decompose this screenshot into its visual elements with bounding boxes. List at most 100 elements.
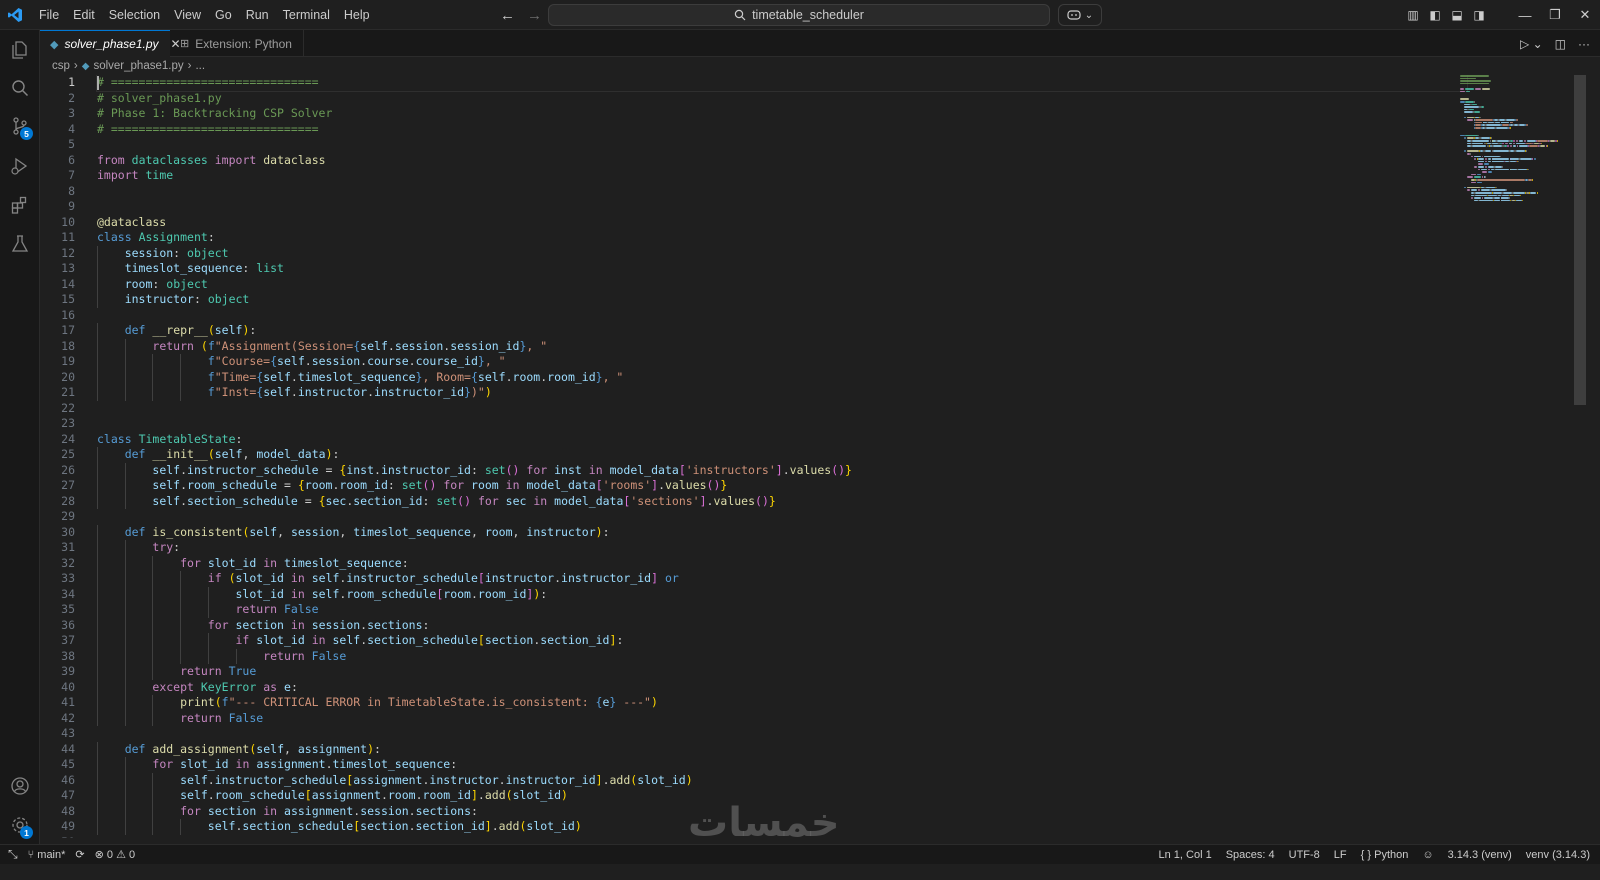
code-line[interactable]: # solver_phase1.py [97,91,1467,107]
code-line[interactable]: for slot_id in timeslot_sequence: [97,555,1467,571]
vertical-scrollbar[interactable] [1574,75,1586,838]
menu-go[interactable]: Go [208,0,239,30]
code-line[interactable]: if slot_id in self.section_schedule[sect… [97,633,1467,649]
menu-terminal[interactable]: Terminal [276,0,337,30]
code-line[interactable]: for slot_id in assignment.timeslot_seque… [97,757,1467,773]
code-editor[interactable]: 1 2 3 4 5 6 7 8 9 10 11 12 13 14 15 16 17 18 19 20 21 22 23 24 2… [40,75,1600,838]
code-line[interactable]: except KeyError as e: [97,679,1467,695]
code-line[interactable]: @dataclass [97,215,1467,231]
code-line[interactable]: for section in session.sections: [97,617,1467,633]
code-line[interactable]: def __repr__(self): [97,323,1467,339]
code-line[interactable]: def add_assignment(self, assignment): [97,741,1467,757]
testing-flask-icon[interactable] [0,224,40,264]
menu-view[interactable]: View [167,0,208,30]
code-line[interactable]: f"Time={self.timeslot_sequence}, Room={s… [97,369,1467,385]
code-line[interactable]: f"Course={self.session.course.course_id}… [97,354,1467,370]
code-line[interactable] [97,137,1467,153]
code-line[interactable]: return False [97,648,1467,664]
code-line[interactable]: from dataclasses import dataclass [97,153,1467,169]
extensions-icon[interactable] [0,185,40,225]
code-line[interactable]: return True [97,664,1467,680]
run-python-file-icon[interactable]: ▷ ⌄ [1520,37,1543,51]
remote-indicator-icon[interactable]: ⤡ [8,847,18,862]
problems-status[interactable]: ⊗ 0 ⚠ 0 [95,848,136,861]
code-line[interactable]: import time [97,168,1467,184]
cursor-position[interactable]: Ln 1, Col 1 [1159,849,1212,861]
code-line[interactable]: def is_consistent(self, session, timeslo… [97,524,1467,540]
code-line[interactable]: room: object [97,276,1467,292]
back-arrow-icon[interactable]: ← [500,7,515,24]
code-line[interactable] [97,509,1467,525]
minimize-icon[interactable]: — [1510,8,1540,23]
code-line[interactable]: def __init__(self, model_data): [97,447,1467,463]
code-line[interactable]: class TimetableState: [97,432,1467,448]
code-line[interactable]: return (f"Assignment(Session={self.sessi… [97,338,1467,354]
code-line[interactable] [97,308,1467,324]
close-window-icon[interactable]: ✕ [1570,7,1600,23]
toggle-primary-sidebar-icon[interactable]: ◧ [1424,8,1446,22]
code-line[interactable]: # ============================== [96,75,1468,92]
toggle-secondary-sidebar-icon[interactable]: ◨ [1468,8,1490,22]
split-editor-icon[interactable]: ◫ [1555,37,1566,51]
breadcrumb-symbol[interactable]: ... [195,60,205,72]
code-line[interactable] [97,416,1467,432]
forward-arrow-icon[interactable]: → [527,7,542,24]
layout-customize-icon[interactable]: ▥ [1402,8,1424,22]
more-actions-icon[interactable]: ··· [1578,37,1590,51]
breadcrumb-folder[interactable]: csp [52,60,70,72]
code-line[interactable]: # Phase 1: Backtracking CSP Solver [97,106,1467,122]
menu-file[interactable]: File [32,0,66,30]
minimap[interactable] [1460,75,1560,335]
settings-gear-icon[interactable]: 1 [0,805,40,845]
code-line[interactable]: slot_id in self.room_schedule[room.room_… [97,586,1467,602]
encoding[interactable]: UTF-8 [1289,849,1320,861]
code-line[interactable]: return False [97,710,1467,726]
accounts-icon[interactable] [0,766,40,806]
code-line[interactable] [97,726,1467,742]
sync-icon[interactable]: ⟳ [75,848,84,861]
toggle-panel-icon[interactable]: ⬓ [1446,8,1468,22]
explorer-icon[interactable] [0,30,40,70]
code-line[interactable]: self.section_schedule = {sec.section_id:… [97,493,1467,509]
menu-selection[interactable]: Selection [102,0,167,30]
code-line[interactable]: session: object [97,245,1467,261]
code-line[interactable] [97,184,1467,200]
branch-status[interactable]: ⑂ main* [28,849,66,861]
code-line[interactable]: # ============================== [97,122,1467,138]
code-line[interactable]: instructor: object [97,292,1467,308]
tab-solver-phase1[interactable]: ◆ solver_phase1.py ✕ [40,30,181,57]
copilot-status-icon[interactable]: ☺ [1422,849,1433,861]
code-line[interactable]: self.instructor_schedule[assignment.inst… [97,772,1467,788]
code-line[interactable]: print(f"--- CRITICAL ERROR in TimetableS… [97,695,1467,711]
code-line[interactable]: timeslot_sequence: list [97,261,1467,277]
minimap-stroke [1467,116,1475,119]
source-control-icon[interactable]: 5 [0,106,40,146]
tab-extension-python[interactable]: ⊞ Extension: Python [170,30,304,57]
code-line[interactable]: self.instructor_schedule = {inst.instruc… [97,462,1467,478]
run-debug-icon[interactable] [0,146,40,186]
code-line[interactable]: class Assignment: [97,230,1467,246]
command-center-search[interactable]: timetable_scheduler [548,4,1050,26]
breadcrumb-file[interactable]: solver_phase1.py [93,60,183,72]
copilot-chat-button[interactable]: ⌄ [1058,4,1102,26]
language-mode[interactable]: { } Python [1361,849,1409,861]
search-icon[interactable] [0,68,40,108]
end-of-line[interactable]: LF [1334,849,1347,861]
restore-icon[interactable]: ❐ [1540,7,1570,23]
menu-help[interactable]: Help [337,0,377,30]
code-content[interactable]: # ============================== # solver… [96,75,1468,838]
code-line[interactable]: return False [97,602,1467,618]
code-line[interactable]: self.room_schedule = {room.room_id: set(… [97,478,1467,494]
code-line[interactable]: try: [97,540,1467,556]
code-line[interactable] [97,401,1467,417]
code-line[interactable]: f"Inst={self.instructor.instructor_id})"… [97,385,1467,401]
code-line[interactable]: if (slot_id in self. instructor_schedule[… [97,571,1467,587]
code-line[interactable] [97,199,1467,215]
menu-run[interactable]: Run [239,0,276,30]
scrollbar-thumb[interactable] [1574,75,1586,405]
menu-edit[interactable]: Edit [66,0,102,30]
indentation[interactable]: Spaces: 4 [1226,849,1275,861]
code-token: . [415,788,423,802]
python-interpreter[interactable]: 3.14.3 (venv) [1448,849,1512,861]
python-environment[interactable]: venv (3.14.3) [1526,849,1590,861]
